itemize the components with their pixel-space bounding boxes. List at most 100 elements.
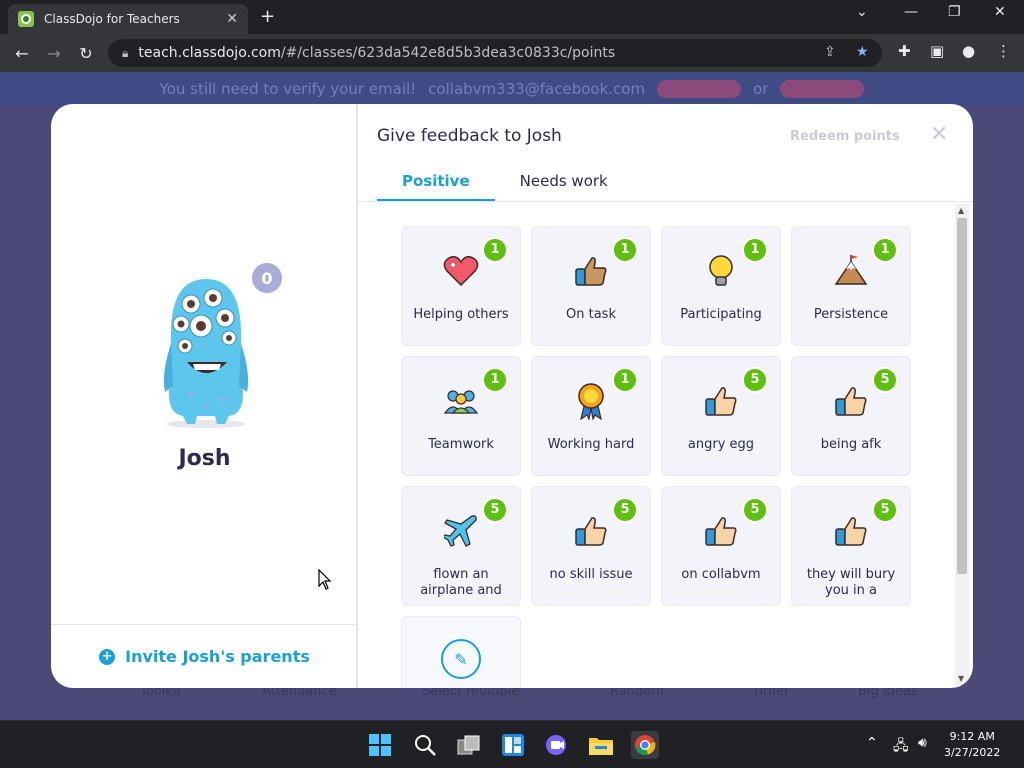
browser-tabstrip: ClassDojo for Teachers ✕ + ⌄ — ❐ ✕ [0,0,1024,34]
plus-circle-icon: + [99,648,116,665]
skill-points-badge: 1 [872,237,898,263]
skill-label: Helping others [413,307,509,322]
skill-card[interactable]: 1 Participating [661,226,781,346]
skill-label: Teamwork [428,437,494,452]
file-explorer-icon[interactable] [587,731,615,759]
skill-label: angry egg [687,437,755,452]
feedback-title: Give feedback to Josh [377,126,562,146]
skill-label: on collabvm [681,567,761,582]
windows-taskbar: ⌃ 🖧︎ 🔊︎ 9:12 AM 3/27/2022 [0,720,1024,768]
task-view-icon[interactable] [455,731,483,759]
skill-card[interactable]: 5 angry egg [661,356,781,476]
skill-points-badge: 1 [612,367,638,393]
mouse-cursor-icon [318,568,332,595]
student-name: Josh [178,446,231,471]
skill-points-badge: 5 [612,497,638,523]
feedback-modal: 0 Josh + Invite Josh's parents Give feed… [51,104,973,688]
tab-title: ClassDojo for Teachers [44,12,180,26]
skill-label: no skill issue [549,567,633,582]
invite-parents-label: Invite Josh's parents [125,647,310,666]
student-avatar-monster [151,274,261,433]
lock-icon: 🔒︎ [122,45,129,60]
windows-start-icon[interactable] [366,731,394,759]
scroll-up-icon[interactable]: ▲ [958,206,964,215]
banner-email: collabvm333@facebook.com [428,80,646,98]
invite-parents-button[interactable]: + Invite Josh's parents [51,624,358,688]
close-tab-icon[interactable]: ✕ [226,11,238,27]
side-panel-icon[interactable]: ▣ [930,42,944,60]
tab-positive[interactable]: Positive [377,164,495,202]
teams-chat-icon[interactable] [543,731,571,759]
skill-card[interactable]: 1 Working hard [531,356,651,476]
browser-tab[interactable]: ClassDojo for Teachers ✕ [8,4,248,34]
skill-label: Participating [680,307,762,322]
skill-points-badge: 1 [482,367,508,393]
pencil-icon: ✎ [441,639,481,679]
banner-resend-button[interactable] [657,80,742,98]
scrollbar-thumb[interactable] [957,218,967,574]
banner-text: You still need to verify your email! [159,80,417,98]
skill-points-badge: 1 [742,237,768,263]
feedback-pane: Give feedback to Josh Redeem points ✕ Po… [358,104,973,688]
tab-needs-work[interactable]: Needs work [495,164,633,202]
address-bar[interactable]: 🔒︎ teach.classdojo.com/#/classes/623da54… [108,39,882,67]
forward-icon[interactable]: → [38,44,70,63]
skill-points-badge: 5 [872,367,898,393]
clock-date: 3/27/2022 [944,746,1001,759]
skill-points-badge: 1 [612,237,638,263]
verify-email-banner: You still need to verify your email! col… [0,72,1024,106]
new-tab-icon[interactable]: + [260,6,275,27]
reload-icon[interactable]: ↻ [70,44,102,63]
minimize-icon[interactable]: — [904,4,918,20]
taskbar-clock[interactable]: 9:12 AM 3/27/2022 [944,729,1000,761]
skill-label: they will bury you in a [806,567,896,598]
skill-card[interactable]: 5 flown an airplane and [401,486,521,606]
tab-search-icon[interactable]: ⌄ [856,4,868,20]
close-window-icon[interactable]: ✕ [994,4,1006,20]
skill-label: Persistence [813,307,889,322]
url-host: teach.classdojo.com [138,45,281,61]
skill-label: flown an airplane and [420,567,502,598]
skills-scrollbar[interactable]: ▲ ▼ [955,204,969,688]
banner-update-button[interactable] [780,80,865,98]
skill-card[interactable]: 5 on collabvm [661,486,781,606]
volume-icon[interactable]: 🔊︎ [918,735,927,751]
chrome-icon[interactable] [631,731,659,759]
menu-icon[interactable]: ⋮ [996,42,1011,60]
student-points-badge: 0 [249,260,285,296]
share-icon[interactable]: ⇪ [824,44,836,60]
bookmark-star-icon[interactable]: ★ [856,44,869,60]
skill-card[interactable]: 1 Persistence [791,226,911,346]
clock-time: 9:12 AM [949,730,995,743]
feedback-tabs: Positive Needs work [377,164,633,202]
extensions-icon[interactable]: ✚ [898,42,911,60]
skill-label: being afk [820,437,882,452]
skill-card[interactable]: 1 Teamwork [401,356,521,476]
student-pane: 0 Josh + Invite Josh's parents [51,104,358,688]
skill-card[interactable]: 5 no skill issue [531,486,651,606]
scroll-down-icon[interactable]: ▼ [958,674,964,683]
skill-label: Working hard [547,437,635,452]
restore-icon[interactable]: ❐ [948,4,961,20]
redeem-points-button[interactable]: Redeem points [790,129,900,144]
network-icon[interactable]: 🖧︎ [893,735,909,759]
banner-or: or [753,80,769,98]
widgets-icon[interactable] [499,731,527,759]
classdojo-favicon-icon [18,11,34,27]
skill-card[interactable]: 5 they will bury you in a [791,486,911,606]
edit-skills-button[interactable]: ✎ [401,616,521,688]
skill-points-badge: 5 [482,497,508,523]
profile-icon[interactable]: ● [962,42,975,60]
skill-card[interactable]: 5 being afk [791,356,911,476]
url-path: /#/classes/623da542e8d5b3dea3c0833c/poin… [280,45,616,61]
back-icon[interactable]: ← [6,44,38,63]
skill-points-badge: 5 [872,497,898,523]
search-icon[interactable] [411,731,439,759]
skill-card[interactable]: 1 On task [531,226,651,346]
skill-points-badge: 5 [742,497,768,523]
tabs-divider [358,201,973,202]
skill-points-badge: 5 [742,367,768,393]
show-hidden-icons-icon[interactable]: ⌃ [866,735,878,751]
close-icon[interactable]: ✕ [930,122,948,147]
skill-card[interactable]: 1 Helping others [401,226,521,346]
